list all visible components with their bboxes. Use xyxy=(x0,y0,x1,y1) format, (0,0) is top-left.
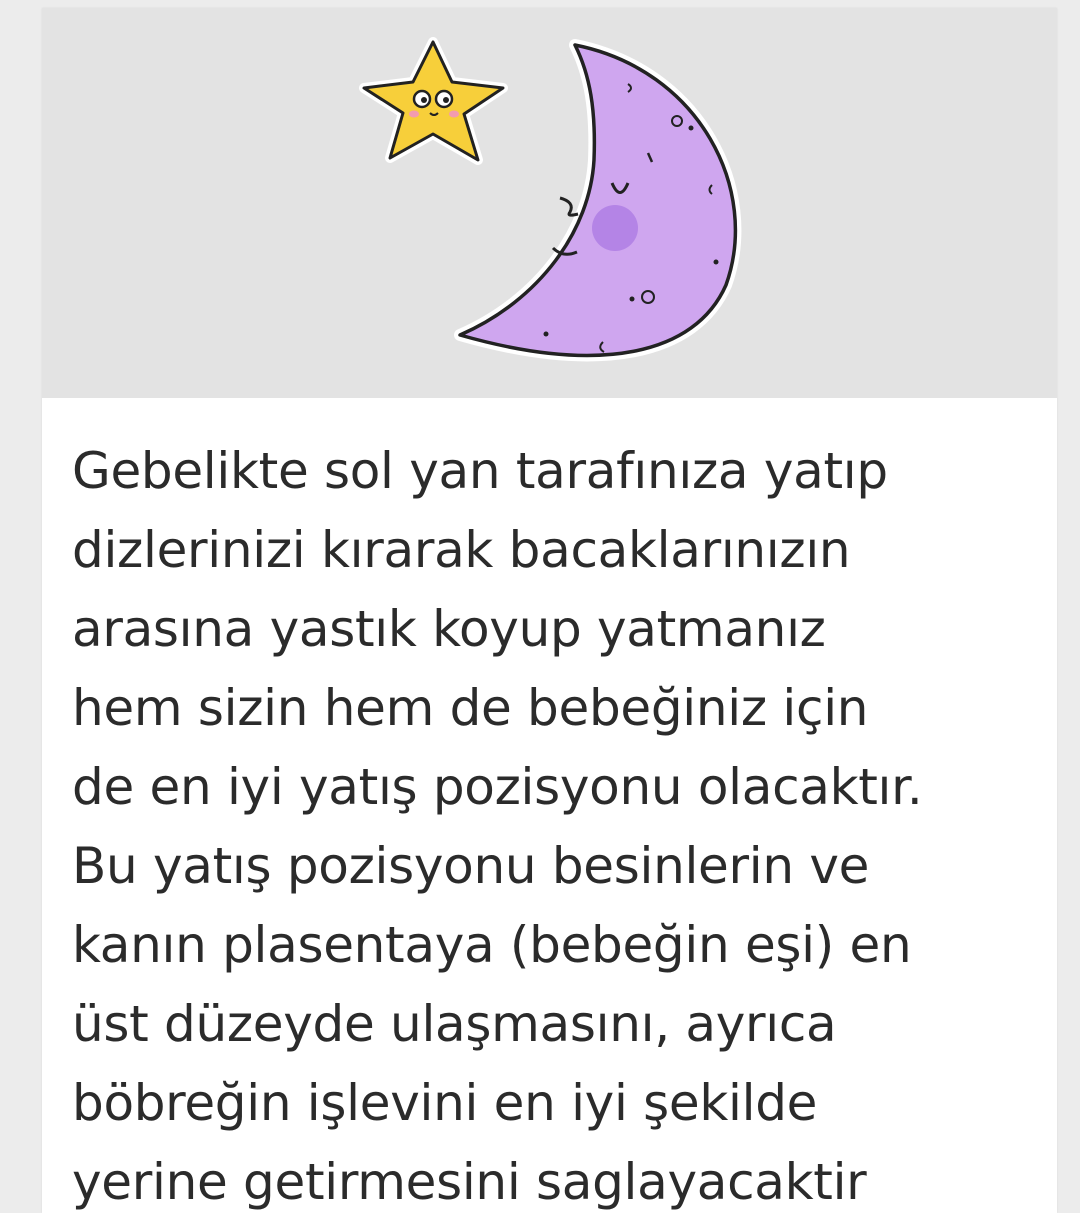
paragraph-line: kanın plasentaya (bebeğin eşi) en xyxy=(72,916,912,974)
paragraph-line: arasına yastık koyup yatmanız xyxy=(72,600,826,658)
illustration xyxy=(359,37,742,362)
paragraph-line: Gebelikte sol yan tarafınıza yatıp xyxy=(72,442,888,500)
paragraph-line: dizlerinizi kırarak bacaklarınızın xyxy=(72,521,851,579)
paragraph-line: böbreğin işlevini en iyi şekilde xyxy=(72,1074,818,1132)
paragraph-line: üst düzeyde ulaşmasını, ayrıca xyxy=(72,995,837,1053)
illustration-panel xyxy=(42,8,1057,398)
paragraph-line: Bu yatış pozisyonu besinlerin ve xyxy=(72,837,870,895)
paragraph-line: de en iyi yatış pozisyonu olacaktır. xyxy=(72,758,923,816)
article-paragraph: Gebelikte sol yan tarafınıza yatıp dizle… xyxy=(72,432,1032,1213)
content-card: Gebelikte sol yan tarafınıza yatıp dizle… xyxy=(42,8,1057,1213)
star-character-icon xyxy=(359,37,508,165)
app-screen: Gebelikte sol yan tarafınıza yatıp dizle… xyxy=(0,0,1080,1213)
paragraph-line: hem sizin hem de bebeğiniz için xyxy=(72,679,869,737)
paragraph-line: yerine getirmesini saglayacaktir xyxy=(72,1153,867,1211)
